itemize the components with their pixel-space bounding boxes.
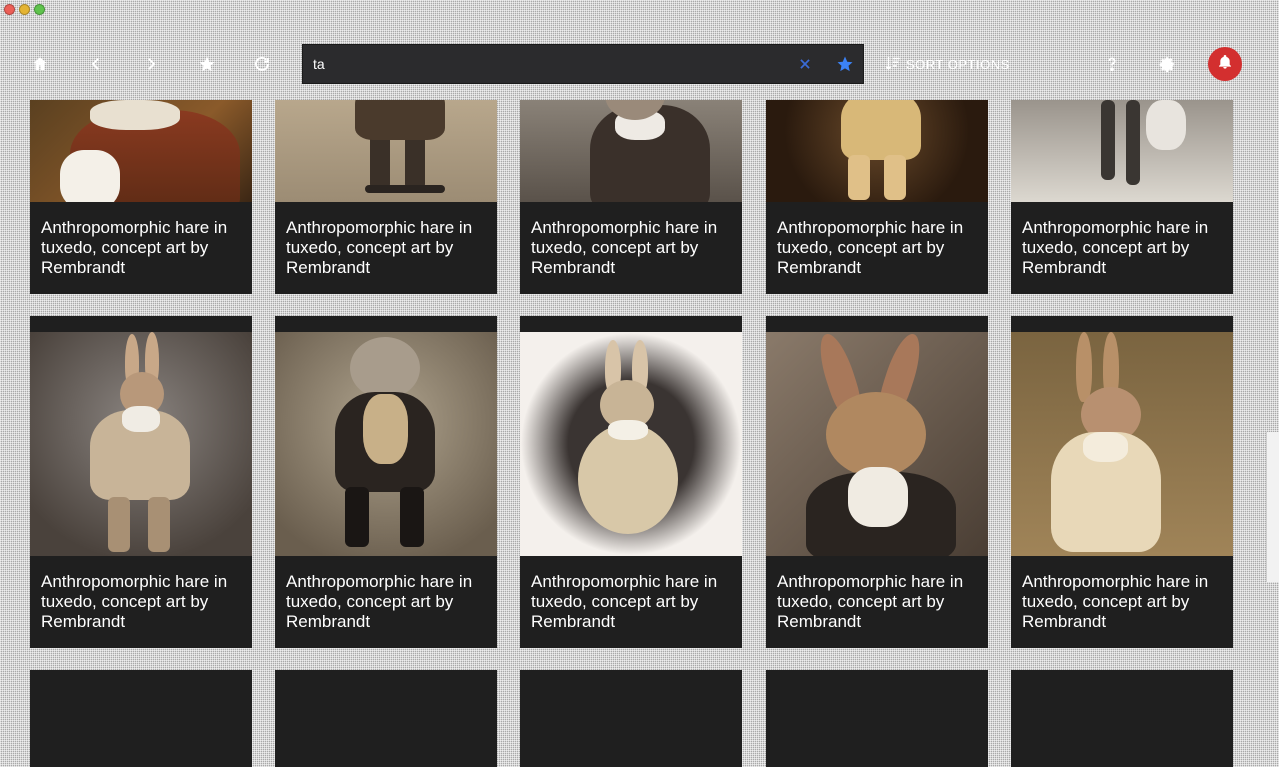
search-box: [302, 44, 864, 84]
card-image: [275, 100, 497, 202]
gallery-card[interactable]: Anthropomorphic hare in tuxedo, concept …: [1011, 100, 1233, 294]
card-caption: Anthropomorphic hare in tuxedo, concept …: [275, 202, 497, 294]
gallery-card[interactable]: [1011, 670, 1233, 767]
card-caption: [520, 678, 742, 767]
favorite-search-icon[interactable]: [833, 52, 857, 76]
help-icon[interactable]: [1100, 52, 1124, 76]
gallery-card[interactable]: Anthropomorphic hare in tuxedo, concept …: [520, 316, 742, 648]
card-caption: [30, 678, 252, 767]
card-caption: Anthropomorphic hare in tuxedo, concept …: [30, 202, 252, 294]
gear-icon[interactable]: [1155, 52, 1179, 76]
gallery-card[interactable]: Anthropomorphic hare in tuxedo, concept …: [275, 316, 497, 648]
gallery-card[interactable]: Anthropomorphic hare in tuxedo, concept …: [275, 100, 497, 294]
window-minimize-button[interactable]: [19, 4, 30, 15]
card-image: [30, 332, 252, 556]
gallery-card[interactable]: Anthropomorphic hare in tuxedo, concept …: [766, 100, 988, 294]
card-image: [275, 332, 497, 556]
search-input[interactable]: [303, 45, 793, 83]
card-caption: Anthropomorphic hare in tuxedo, concept …: [520, 556, 742, 648]
card-caption: [766, 678, 988, 767]
gallery-card[interactable]: [766, 670, 988, 767]
bell-icon: [1217, 54, 1233, 75]
card-image: [1011, 332, 1233, 556]
image-gallery: Anthropomorphic hare in tuxedo, concept …: [30, 100, 1234, 767]
window-close-button[interactable]: [4, 4, 15, 15]
card-caption: [1011, 678, 1233, 767]
card-caption: Anthropomorphic hare in tuxedo, concept …: [275, 556, 497, 648]
refresh-icon[interactable]: [250, 52, 274, 76]
chevron-right-icon[interactable]: [139, 52, 163, 76]
card-caption: Anthropomorphic hare in tuxedo, concept …: [1011, 556, 1233, 648]
window-maximize-button[interactable]: [34, 4, 45, 15]
toolbar: SORT OPTIONS: [0, 40, 1279, 88]
home-icon[interactable]: [28, 52, 52, 76]
window-controls: [4, 4, 45, 15]
sort-options-label: SORT OPTIONS: [906, 56, 1010, 72]
gallery-card[interactable]: Anthropomorphic hare in tuxedo, concept …: [30, 316, 252, 648]
card-image: [30, 100, 252, 202]
gallery-card[interactable]: [30, 670, 252, 767]
gallery-card[interactable]: Anthropomorphic hare in tuxedo, concept …: [766, 316, 988, 648]
sort-icon: [884, 54, 902, 75]
chevron-left-icon[interactable]: [84, 52, 108, 76]
gallery-card[interactable]: Anthropomorphic hare in tuxedo, concept …: [520, 100, 742, 294]
card-image: [766, 332, 988, 556]
card-image: [520, 100, 742, 202]
star-icon[interactable]: [195, 52, 219, 76]
gallery-card[interactable]: Anthropomorphic hare in tuxedo, concept …: [1011, 316, 1233, 648]
notification-button[interactable]: [1208, 47, 1242, 81]
card-image: [1011, 100, 1233, 202]
card-caption: [275, 678, 497, 767]
card-caption: Anthropomorphic hare in tuxedo, concept …: [1011, 202, 1233, 294]
scrollbar[interactable]: [1266, 432, 1279, 582]
card-caption: Anthropomorphic hare in tuxedo, concept …: [766, 202, 988, 294]
card-image: [766, 100, 988, 202]
card-caption: Anthropomorphic hare in tuxedo, concept …: [766, 556, 988, 648]
gallery-card[interactable]: [520, 670, 742, 767]
gallery-card[interactable]: Anthropomorphic hare in tuxedo, concept …: [30, 100, 252, 294]
sort-options-button[interactable]: SORT OPTIONS: [884, 52, 1010, 76]
card-image: [520, 332, 742, 556]
clear-icon[interactable]: [793, 52, 817, 76]
card-caption: Anthropomorphic hare in tuxedo, concept …: [30, 556, 252, 648]
card-caption: Anthropomorphic hare in tuxedo, concept …: [520, 202, 742, 294]
gallery-card[interactable]: [275, 670, 497, 767]
